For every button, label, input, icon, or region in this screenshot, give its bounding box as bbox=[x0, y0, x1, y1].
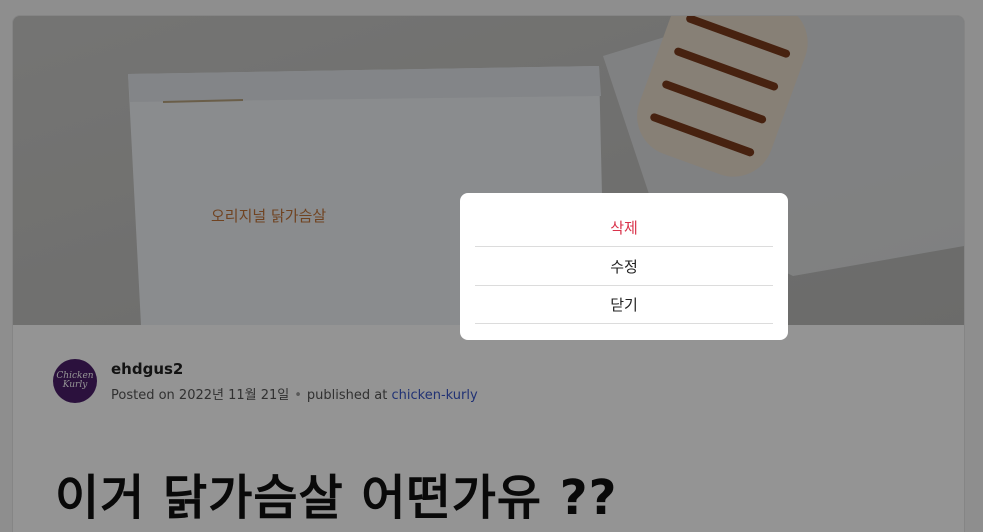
close-button[interactable]: 닫기 bbox=[475, 285, 773, 324]
edit-button[interactable]: 수정 bbox=[475, 247, 773, 286]
delete-button[interactable]: 삭제 bbox=[475, 208, 773, 247]
action-menu: 삭제 수정 닫기 bbox=[460, 193, 788, 340]
page: 오리지널 닭가슴살 Chicken Kurly ehdgus2 Posted o… bbox=[0, 0, 983, 532]
